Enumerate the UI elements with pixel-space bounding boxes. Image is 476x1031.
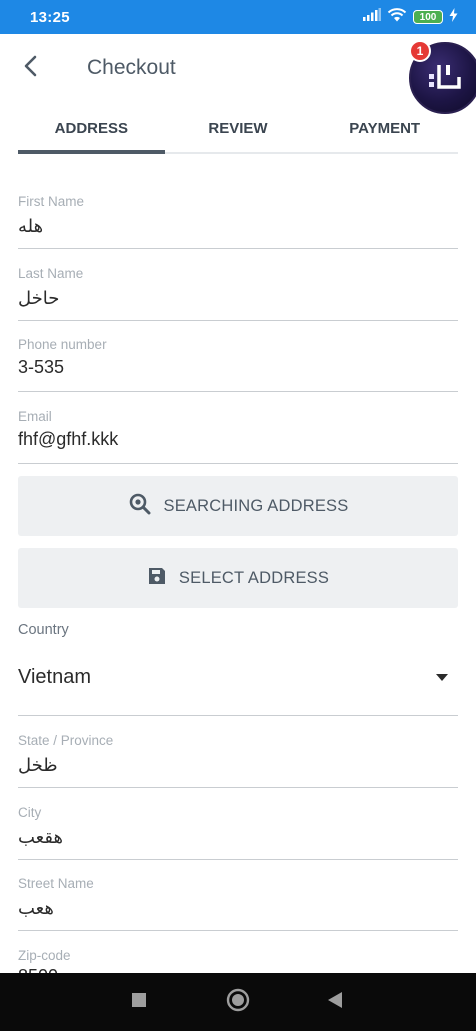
status-time: 13:25 (30, 8, 70, 26)
last-name-field[interactable]: Last Name حاخل (18, 258, 458, 321)
tab-review[interactable]: REVIEW (165, 104, 312, 152)
charging-icon (449, 7, 458, 27)
city-value: هقعب (18, 827, 63, 847)
street-value: هعب (18, 898, 54, 918)
street-label: Street Name (18, 876, 94, 891)
phone-field[interactable]: Phone number 3-535 (18, 329, 458, 392)
first-name-field[interactable]: First Name هله (18, 186, 458, 249)
email-label: Email (18, 409, 52, 424)
select-address-label: SELECT ADDRESS (178, 568, 330, 587)
country-value: Vietnam (18, 666, 92, 688)
notification-badge: 1 (409, 40, 431, 62)
city-field[interactable]: City هقعب (18, 797, 458, 860)
home-button[interactable] (208, 973, 268, 1031)
chevron-left-icon (23, 55, 37, 82)
city-label: City (18, 805, 42, 820)
email-field[interactable]: Email fhf@gfhf.kkk (18, 401, 458, 464)
wifi-icon (387, 7, 407, 27)
street-field[interactable]: Street Name هعب (18, 868, 458, 931)
tab-address[interactable]: ADDRESS (18, 104, 165, 154)
battery-icon: 100 (413, 10, 443, 24)
recents-button[interactable] (109, 973, 169, 1031)
select-address-button[interactable]: SELECT ADDRESS (18, 548, 458, 608)
caret-down-icon (436, 674, 448, 681)
back-button[interactable] (2, 40, 58, 96)
state-label: State / Province (18, 733, 114, 748)
logo-icon (427, 61, 463, 96)
last-name-value: حاخل (18, 288, 60, 308)
country-label: Country (18, 622, 69, 638)
state-value: ظخل (18, 755, 58, 775)
status-icons: 100 (363, 7, 458, 27)
phone-value: 3-535 (18, 357, 65, 377)
square-icon (131, 992, 147, 1013)
back-nav-button[interactable] (305, 973, 365, 1031)
searching-address-label: SEARCHING ADDRESS (163, 496, 349, 515)
first-name-value: هله (18, 216, 44, 236)
last-name-label: Last Name (18, 266, 84, 281)
search-location-icon (128, 492, 152, 521)
email-value: fhf@gfhf.kkk (18, 429, 119, 449)
zip-label: Zip-code (18, 948, 71, 963)
first-name-label: First Name (18, 194, 85, 209)
checkout-tabs: ADDRESS REVIEW PAYMENT (18, 104, 458, 154)
header: Checkout 1 (0, 34, 476, 114)
phone-label: Phone number (18, 337, 107, 352)
country-select[interactable]: Vietnam (18, 648, 458, 716)
triangle-back-icon (327, 991, 343, 1014)
state-field[interactable]: State / Province ظخل (18, 725, 458, 788)
page-title: Checkout (87, 56, 176, 79)
searching-address-button[interactable]: SEARCHING ADDRESS (18, 476, 458, 536)
status-bar: 13:25 100 (0, 0, 476, 34)
system-nav-bar (0, 973, 476, 1031)
circle-icon (226, 988, 250, 1017)
signal-icon (363, 8, 381, 26)
save-icon (147, 566, 167, 591)
tab-payment[interactable]: PAYMENT (311, 104, 458, 152)
